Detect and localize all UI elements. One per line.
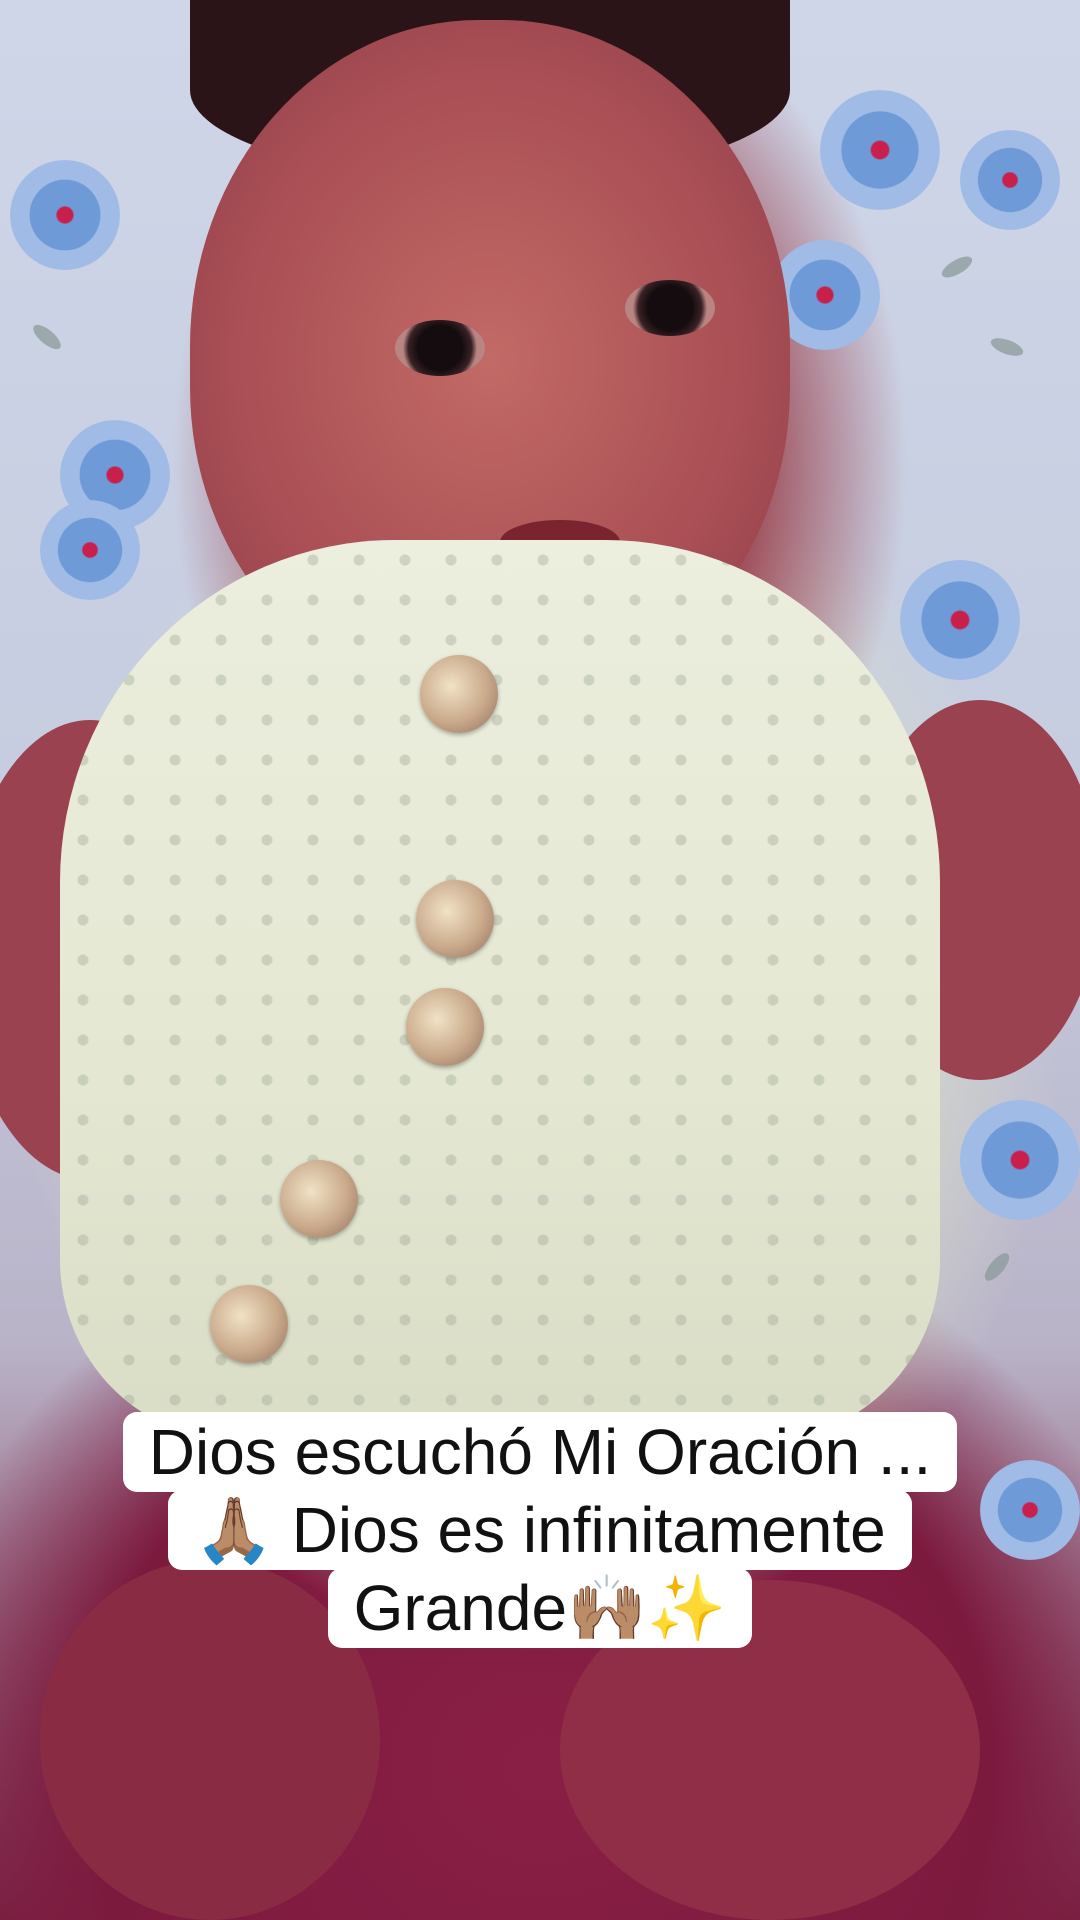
dress-button	[210, 1285, 288, 1363]
baby-eye-left	[395, 320, 485, 376]
dress-button	[420, 655, 498, 733]
caption-overlay: Dios escuchó Mi Oración ... 🙏🏽 Dios es i…	[0, 1412, 1080, 1648]
caption-line-2: 🙏🏽 Dios es infinitamente	[168, 1490, 912, 1570]
leaf-decoration	[29, 320, 65, 354]
dress-button	[416, 880, 494, 958]
flower-decoration	[900, 560, 1020, 680]
caption-line-1: Dios escuchó Mi Oración ...	[122, 1412, 958, 1492]
flower-decoration	[960, 130, 1060, 230]
dress-button	[280, 1160, 358, 1238]
flower-decoration	[960, 1100, 1080, 1220]
flower-decoration	[40, 500, 140, 600]
video-frame: Dios escuchó Mi Oración ... 🙏🏽 Dios es i…	[0, 0, 1080, 1920]
leaf-decoration	[988, 334, 1026, 360]
baby-eye-right	[625, 280, 715, 336]
flower-decoration	[820, 90, 940, 210]
flower-decoration	[10, 160, 120, 270]
leaf-decoration	[938, 252, 976, 282]
white-eyelet-dress	[60, 540, 940, 1440]
caption-line-3: Grande🙌🏽✨	[327, 1568, 753, 1648]
dress-button	[406, 988, 484, 1066]
leaf-decoration	[980, 1249, 1014, 1285]
